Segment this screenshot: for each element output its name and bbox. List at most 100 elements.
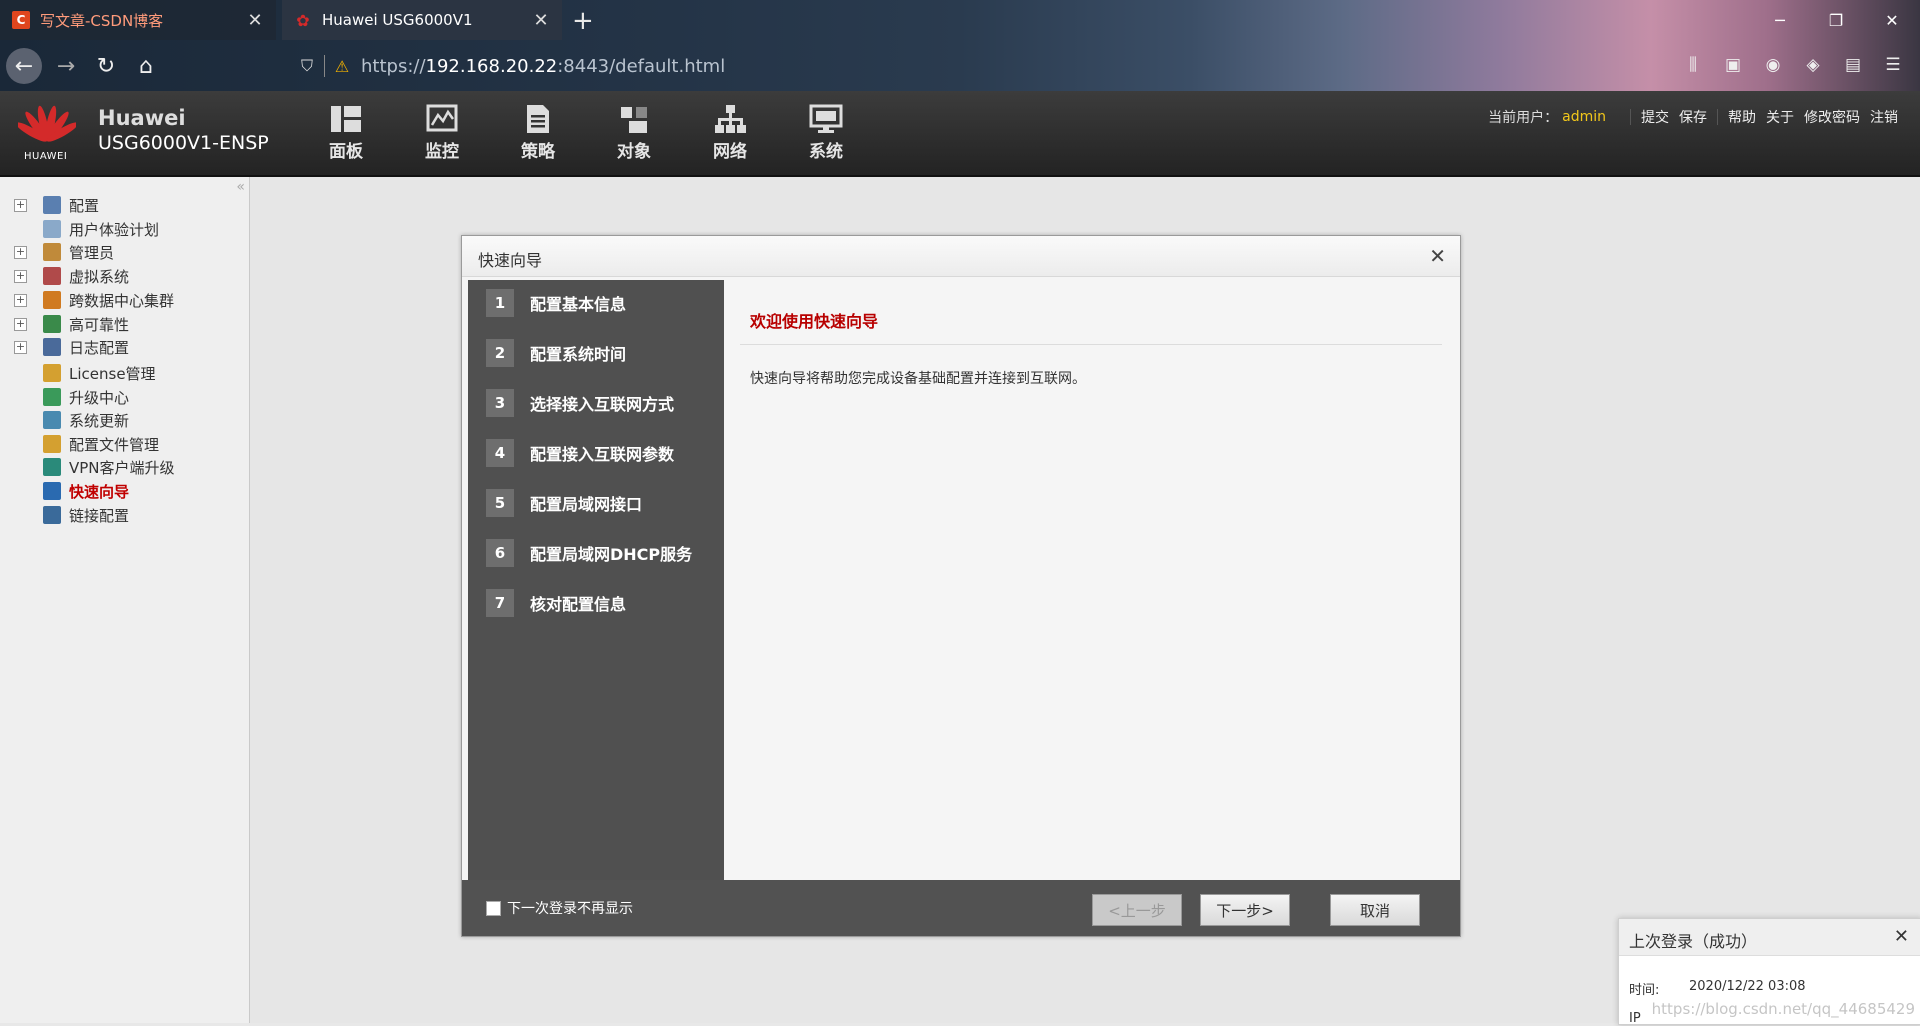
nav-label: 对象	[617, 142, 651, 162]
tree-node-icon	[43, 506, 61, 524]
sidebar-item-label: 配置	[69, 196, 100, 215]
sidebar-item-label: 虚拟系统	[69, 267, 130, 286]
sidebar-item[interactable]: 用户体验计划	[0, 217, 249, 241]
close-icon[interactable]: ✕	[1894, 926, 1909, 947]
last-login-toast: 上次登录（成功） ✕ 时间: 2020/12/22 03:08 IP https…	[1618, 918, 1920, 1026]
sidebar-item[interactable]: + 高可靠性	[0, 312, 249, 336]
nav-label: 网络	[713, 142, 747, 162]
account-icon[interactable]: ◉	[1762, 54, 1784, 76]
browser-tab-csdn[interactable]: C 写文章-CSDN博客 ✕	[0, 0, 276, 40]
dialog-titlebar[interactable]: 快速向导 ✕	[462, 236, 1460, 277]
step-number: 2	[486, 339, 514, 367]
sidebar-item[interactable]: VPN客户端升级	[0, 455, 249, 479]
dialog-title: 快速向导	[478, 251, 543, 270]
cancel-button[interactable]: 取消	[1330, 894, 1420, 926]
sidebar-item[interactable]: License管理	[0, 361, 249, 385]
nav-system[interactable]: 系统	[778, 103, 874, 162]
new-tab-button[interactable]: +	[572, 6, 594, 36]
browser-tab-huawei[interactable]: ✿ Huawei USG6000V1 ✕	[282, 0, 562, 40]
library-icon[interactable]: ⫼	[1682, 54, 1704, 76]
sidebar-item[interactable]: 链接配置	[0, 503, 249, 527]
tree-node-icon	[43, 196, 61, 214]
last-login-time-label: 时间:	[1629, 983, 1660, 998]
home-button[interactable]: ⌂	[128, 48, 164, 84]
url-text[interactable]: https://192.168.20.22:8443/default.html	[361, 56, 725, 77]
sidebar-item[interactable]: 系统更新	[0, 408, 249, 432]
close-icon[interactable]: ✕	[244, 10, 266, 31]
extension-icon[interactable]: ◈	[1802, 54, 1824, 76]
dont-show-again-checkbox[interactable]	[486, 901, 501, 916]
save-link[interactable]: 保存	[1679, 107, 1707, 127]
expand-icon[interactable]: +	[14, 198, 27, 212]
window-controls: ─ ❐ ✕	[1752, 0, 1920, 40]
minimize-icon[interactable]: ─	[1752, 0, 1808, 40]
wizard-step: 2 配置系统时间	[486, 338, 626, 368]
previous-step-button[interactable]: <上一步	[1092, 894, 1182, 926]
close-icon[interactable]: ✕	[1429, 244, 1446, 268]
change-password-link[interactable]: 修改密码	[1804, 107, 1860, 127]
restore-icon[interactable]: ❐	[1808, 0, 1864, 40]
nav-network[interactable]: 网络	[682, 103, 778, 162]
step-number: 6	[486, 539, 514, 567]
divider	[740, 344, 1442, 345]
submit-link[interactable]: 提交	[1641, 107, 1669, 127]
tree-node-icon	[43, 411, 61, 429]
insecure-lock-icon[interactable]: ⚠	[331, 57, 353, 76]
address-bar[interactable]: ⛉ ⚠ https://192.168.20.22:8443/default.h…	[296, 50, 725, 82]
nav-monitor[interactable]: 监控	[394, 103, 490, 162]
step-label: 配置系统时间	[530, 345, 627, 364]
sidebar-item[interactable]: + 日志配置	[0, 335, 249, 359]
logout-link[interactable]: 注销	[1870, 107, 1898, 127]
app-header: HUAWEI Huawei USG6000V1-ENSP 面板 监控 策略 对象…	[0, 91, 1920, 177]
policy-icon	[527, 105, 549, 133]
object-icon	[621, 107, 647, 133]
close-icon[interactable]: ✕	[530, 10, 552, 31]
sidebar-item-label: 用户体验计划	[69, 220, 160, 239]
menu-icon[interactable]: ☰	[1882, 54, 1904, 76]
window-close-icon[interactable]: ✕	[1864, 0, 1920, 40]
sidebar-item[interactable]: 配置文件管理	[0, 432, 249, 456]
dont-show-again-label[interactable]: 下一次登录不再显示	[507, 898, 633, 918]
expand-icon[interactable]: +	[14, 340, 27, 354]
expand-icon[interactable]: +	[14, 269, 27, 283]
tree-node-icon	[43, 364, 61, 382]
tree-node-icon	[43, 388, 61, 406]
quick-wizard-dialog: 快速向导 ✕ 1 配置基本信息 2 配置系统时间 3 选择接入互联网方式 4 配置接入互联网参…	[461, 235, 1461, 937]
expand-icon[interactable]: +	[14, 317, 27, 331]
welcome-text: 快速向导将帮助您完成设备基础配置并连接到互联网。	[750, 371, 1086, 387]
expand-icon[interactable]: +	[14, 245, 27, 259]
sidebar-icon[interactable]: ▣	[1722, 54, 1744, 76]
forward-button[interactable]: →	[48, 48, 84, 84]
sidebar-item[interactable]: 升级中心	[0, 385, 249, 409]
url-rest: :8443/default.html	[557, 55, 726, 77]
expand-icon[interactable]: +	[14, 293, 27, 307]
translate-icon[interactable]: ▤	[1842, 54, 1864, 76]
next-step-button[interactable]: 下一步>	[1200, 894, 1290, 926]
monitor-icon	[426, 104, 458, 132]
about-link[interactable]: 关于	[1766, 107, 1794, 127]
header-divider	[1717, 109, 1718, 125]
shield-icon[interactable]: ⛉	[296, 56, 318, 76]
welcome-title: 欢迎使用快速向导	[750, 312, 879, 331]
tab-title: Huawei USG6000V1	[322, 11, 473, 29]
reload-button[interactable]: ↻	[88, 48, 124, 84]
url-host: 192.168.20.22	[425, 55, 558, 77]
nav-object[interactable]: 对象	[586, 103, 682, 162]
sidebar-item[interactable]: + 跨数据中心集群	[0, 288, 249, 312]
tab-title: 写文章-CSDN博客	[40, 11, 164, 30]
back-button[interactable]: ←	[6, 48, 42, 84]
help-link[interactable]: 帮助	[1728, 107, 1756, 127]
brand-text: Huawei USG6000V1-ENSP	[98, 106, 269, 154]
sidebar-item[interactable]: + 配置	[0, 193, 249, 217]
sidebar-item[interactable]: + 虚拟系统	[0, 264, 249, 288]
nav-policy[interactable]: 策略	[490, 103, 586, 162]
tree-node-icon	[43, 458, 61, 476]
sidebar-item[interactable]: 快速向导	[0, 479, 249, 503]
last-login-ip-label: IP	[1629, 1011, 1641, 1026]
brand-name: Huawei	[98, 106, 186, 130]
nav-label: 系统	[809, 142, 843, 162]
nav-dashboard[interactable]: 面板	[298, 103, 394, 162]
huawei-flower-icon: ✿	[296, 10, 310, 30]
sidebar-item[interactable]: + 管理员	[0, 240, 249, 264]
tree-node-icon	[43, 243, 61, 261]
